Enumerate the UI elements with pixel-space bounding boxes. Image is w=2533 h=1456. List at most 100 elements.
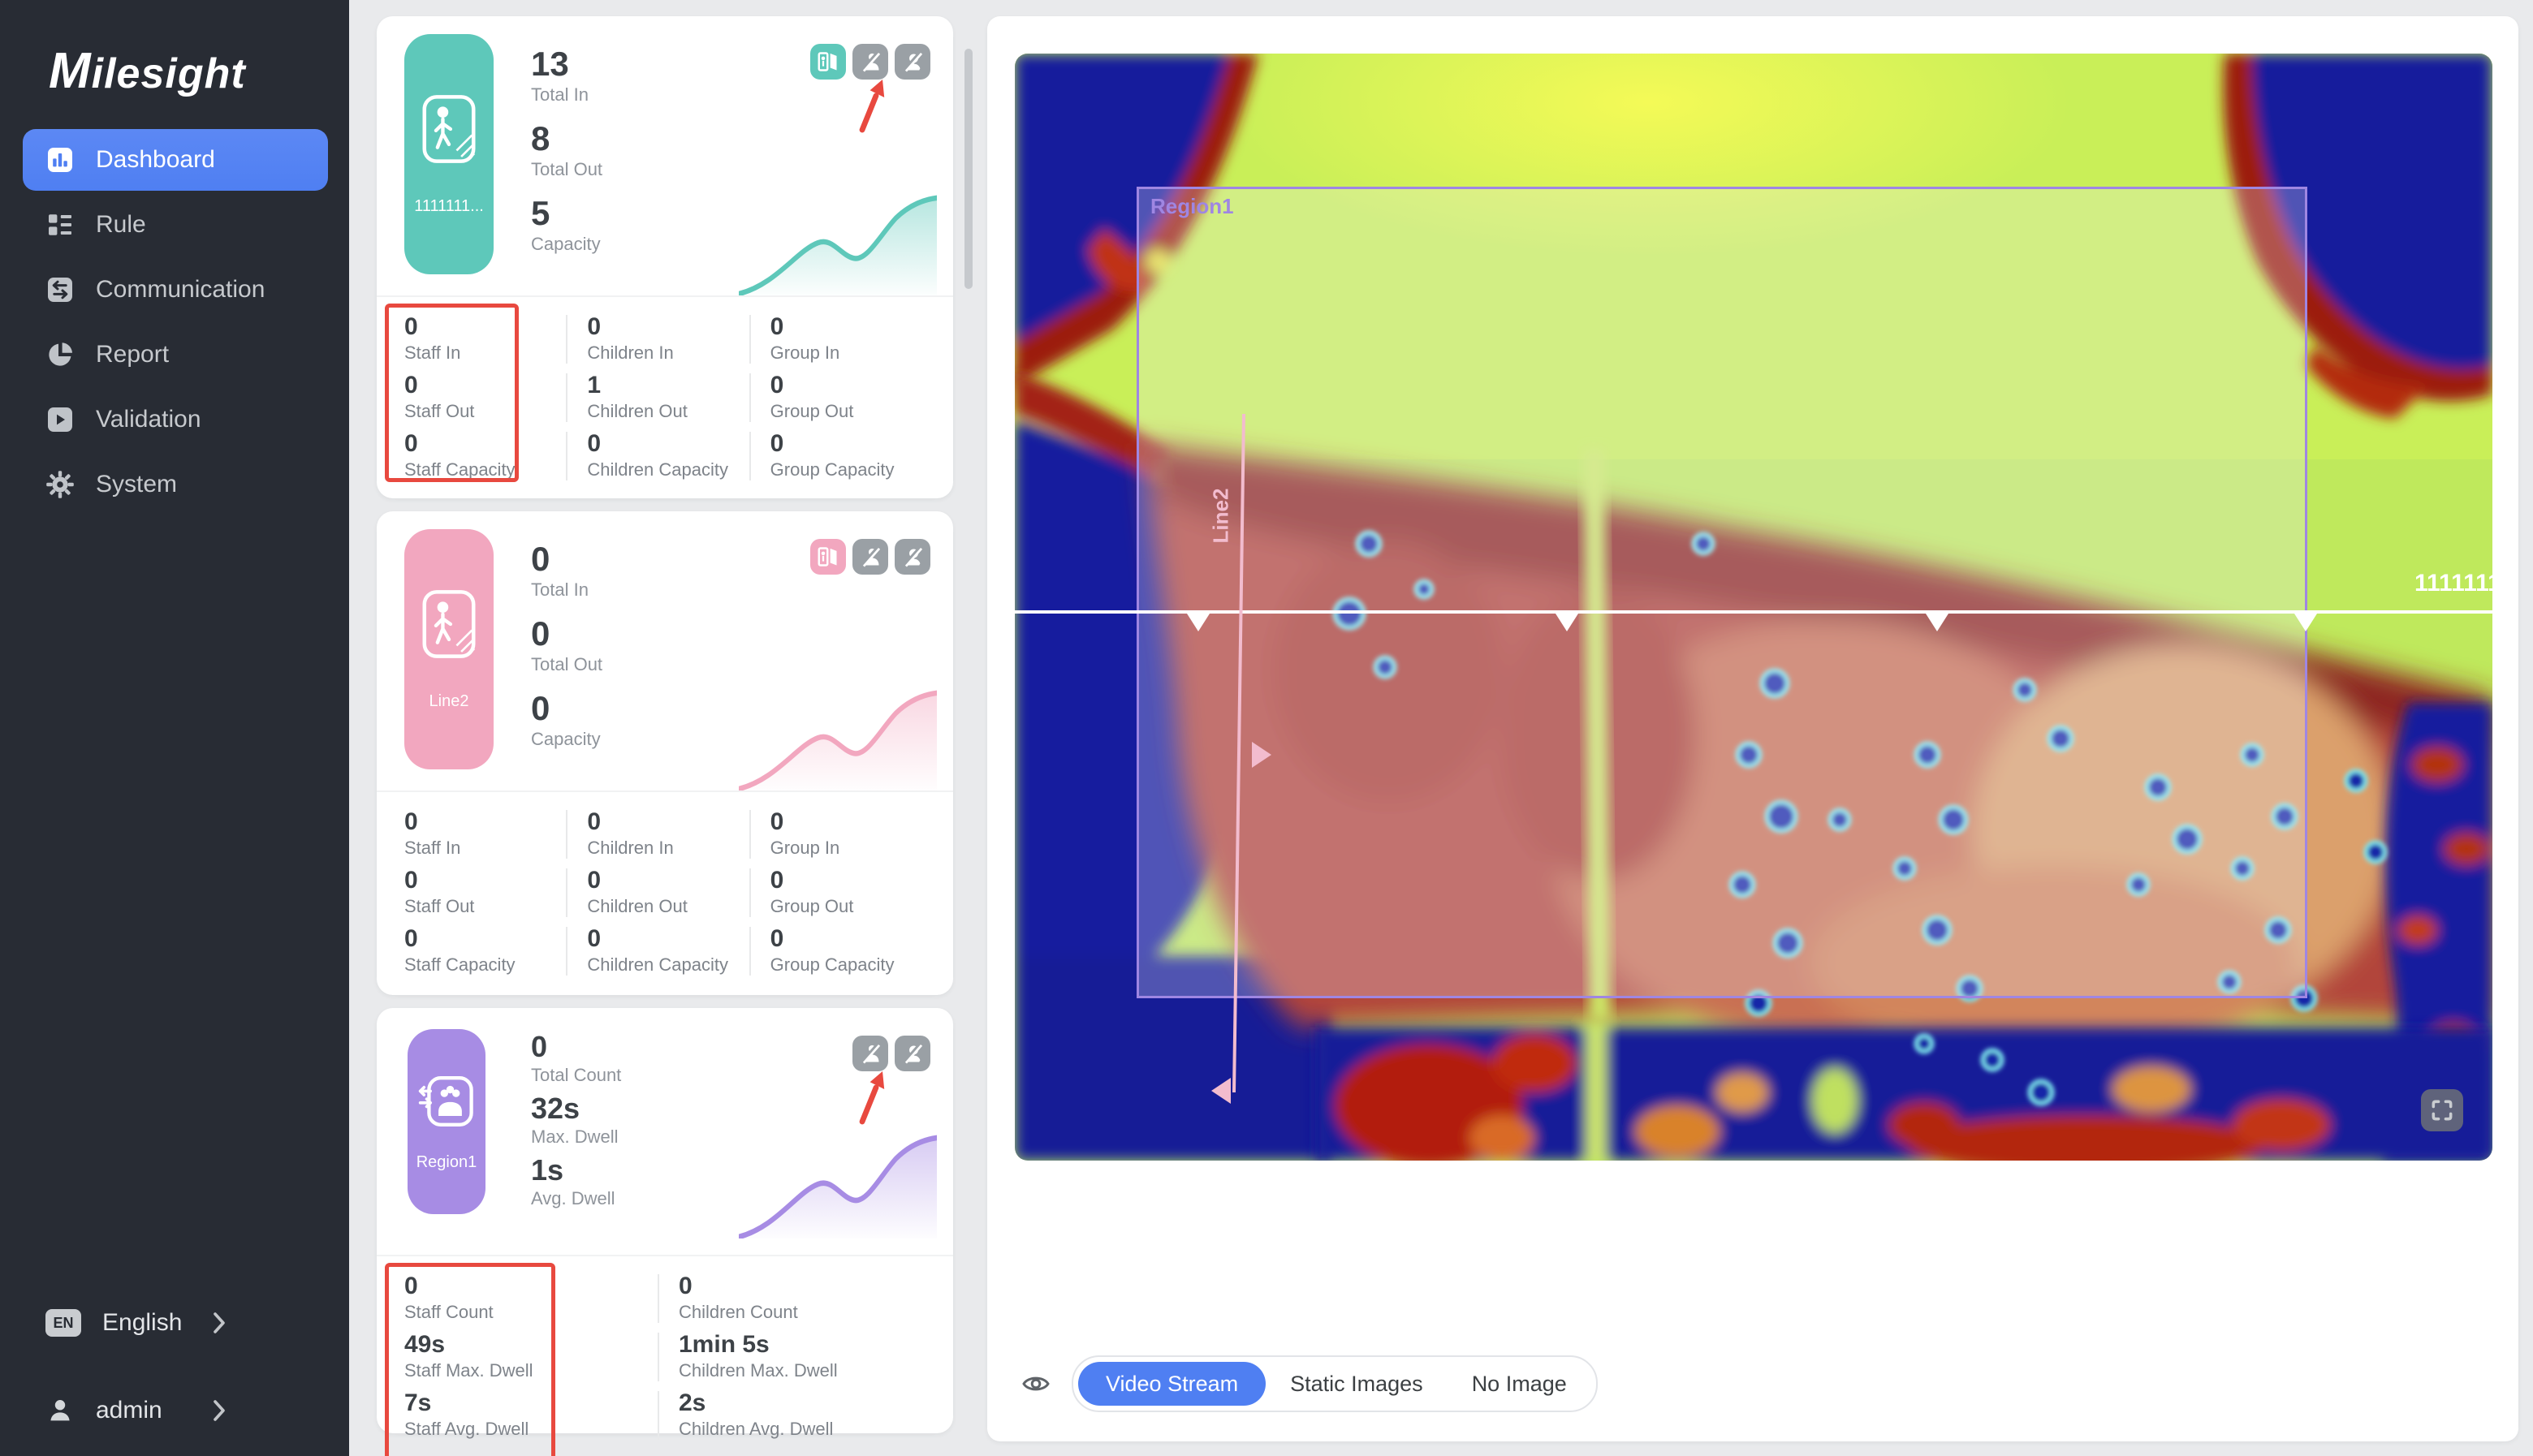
sidebar-item-rule[interactable]: Rule [23,194,328,256]
stat-value: 0 [404,430,587,458]
card-header: Region1 0Total Count 32sMax. Dwell 1sAvg… [377,1008,953,1255]
stat-label: Children Out [587,896,770,917]
stat-label: Staff Avg. Dwell [404,1419,679,1440]
rule-name-label: Region1 [416,1153,477,1172]
eye-icon[interactable] [1021,1369,1051,1398]
play-square-icon [45,405,75,434]
counter-card-line1: 1111111... 13Total In 8Total Out 5Capaci… [377,16,953,498]
sidebar-item-report[interactable]: Report [23,324,328,386]
metric-value: 0 [531,690,602,727]
sidebar-item-system[interactable]: System [23,454,328,515]
expand-corners-icon[interactable] [2421,1089,2463,1131]
transfer-arrows-icon [45,275,75,304]
children-stats-column: 0Children In 1Children Out 0Children Cap… [587,313,770,489]
metric-value: 0 [531,615,602,653]
card-actions [852,1036,930,1071]
stat-value: 0 [404,1273,679,1300]
stream-mode-segmented: Video Stream Static Images No Image [1072,1355,1598,1412]
chevron-right-icon [213,1399,226,1422]
stat-label: Children In [587,838,770,859]
staff-exclude-icon[interactable] [852,1036,888,1071]
stat-value: 0 [770,430,953,458]
sidebar-item-dashboard[interactable]: Dashboard [23,129,328,191]
staff-exclude-icon[interactable] [852,44,888,80]
annotation-arrow [852,1068,891,1126]
annotation-arrow [852,76,891,135]
trend-sparkline [739,195,937,295]
stat-label: Staff Max. Dwell [404,1360,679,1381]
children-exclude-icon[interactable] [895,44,930,80]
metric-value: 13 [531,45,602,83]
sidebar-item-label: Dashboard [96,146,215,174]
mode-video-stream-button[interactable]: Video Stream [1078,1362,1266,1406]
milesight-logo: Milesight [0,0,349,129]
list-icon [45,210,75,239]
counter-card-region1: Region1 0Total Count 32sMax. Dwell 1sAvg… [377,1008,953,1433]
card-metrics: 0Total Count 32sMax. Dwell 1sAvg. Dwell [531,1031,621,1216]
stat-label: Staff Capacity [404,954,587,976]
door-counter-icon[interactable] [810,539,846,575]
stat-label: Group In [770,342,953,364]
stat-value: 0 [404,867,587,894]
stat-label: Children Count [679,1302,953,1323]
staff-stats-column: 0Staff In 0Staff Out 0Staff Capacity [404,808,587,984]
metric-label: Total In [531,84,602,106]
stat-value: 0 [404,313,587,341]
children-exclude-icon[interactable] [895,539,930,575]
card-detail-stats: 0Staff Count 49sStaff Max. Dwell 7sStaff… [377,1255,953,1448]
stat-value: 0 [587,808,770,836]
stat-label: Group Out [770,896,953,917]
stat-label: Staff Capacity [404,459,587,480]
stat-value: 0 [404,808,587,836]
sidebar-item-label: Communication [96,276,265,304]
metric-label: Max. Dwell [531,1126,621,1148]
children-exclude-icon[interactable] [895,1036,930,1071]
language-selector[interactable]: EN English [0,1287,349,1359]
trend-sparkline [739,1135,937,1238]
stat-label: Group Capacity [770,954,953,976]
mode-no-image-button[interactable]: No Image [1448,1362,1591,1406]
counter-card-line2: Line2 0Total In 0Total Out 0Capacity [377,511,953,995]
stat-value: 2s [679,1389,953,1417]
sidebar-item-label: Validation [96,406,201,433]
sidebar-item-validation[interactable]: Validation [23,389,328,450]
stat-value: 0 [770,372,953,399]
trend-sparkline [739,690,937,790]
stat-value: 1min 5s [679,1331,953,1359]
language-icon: EN [45,1309,81,1337]
mode-static-images-button[interactable]: Static Images [1266,1362,1448,1406]
card-detail-stats: 0Staff In 0Staff Out 0Staff Capacity 0Ch… [377,790,953,984]
stat-value: 0 [587,867,770,894]
bar-chart-icon [45,145,75,174]
stat-label: Children Out [587,401,770,422]
metric-value: 1s [531,1154,621,1187]
metric-value: 0 [531,541,602,578]
card-detail-stats: 0Staff In 0Staff Out 0Staff Capacity 0Ch… [377,295,953,489]
user-menu[interactable]: admin [0,1375,349,1446]
metric-label: Total Out [531,159,602,180]
stat-label: Staff In [404,838,587,859]
stat-value: 0 [679,1273,953,1300]
stream-mode-controls: Video Stream Static Images No Image [1021,1355,1598,1412]
stat-value: 1 [587,372,770,399]
user-icon [45,1396,75,1425]
metric-label: Capacity [531,729,602,750]
scrollbar-thumb[interactable] [964,49,973,289]
metric-value: 8 [531,120,602,157]
language-label: English [102,1309,182,1337]
stat-label: Children Capacity [587,459,770,480]
metric-label: Total In [531,579,602,601]
line-crossing-icon [421,93,477,171]
rule-name-label: Line2 [429,692,469,711]
gear-icon [45,470,75,499]
pie-chart-icon [45,340,75,369]
line-type-pill: Line2 [404,529,494,769]
metric-value: 0 [531,1031,621,1063]
door-counter-icon[interactable] [810,44,846,80]
children-stats-column: 0Children Count 1min 5sChildren Max. Dwe… [679,1273,953,1448]
stat-label: Staff Out [404,401,587,422]
sidebar-item-communication[interactable]: Communication [23,259,328,321]
staff-exclude-icon[interactable] [852,539,888,575]
stat-value: 0 [587,925,770,953]
stat-label: Children Avg. Dwell [679,1419,953,1440]
